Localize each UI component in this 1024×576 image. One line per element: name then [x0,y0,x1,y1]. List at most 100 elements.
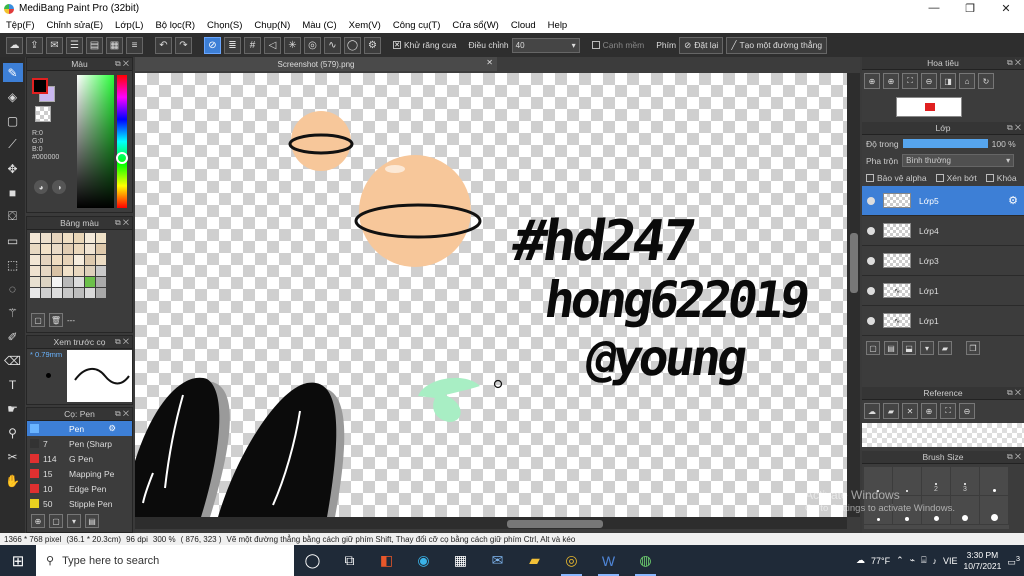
notification-icon[interactable]: ▭3 [1007,554,1020,568]
swatch-cell[interactable] [85,266,95,276]
brush-item-edge-pen[interactable]: 10 Edge Pen [27,481,132,496]
grid-icon[interactable]: ▦ [106,36,123,54]
palette-icon[interactable]: ◕ [34,180,48,194]
line-tool-icon[interactable]: ⟋ [3,135,23,154]
store-icon[interactable]: ▦ [442,545,479,576]
circle-snap-icon[interactable]: ◎ [304,36,321,54]
swatch-cell[interactable] [52,277,62,287]
drawing-canvas[interactable]: #hd247 hong622019 @young [135,73,847,517]
cross-snap-icon[interactable]: # [244,36,261,54]
vertical-scroll-thumb[interactable] [850,233,858,293]
minimize-button[interactable]: — [916,2,952,15]
select-pen-tool-icon[interactable]: ✐ [3,327,23,346]
task-view-icon[interactable]: ⧉ [331,545,368,576]
cortana-icon[interactable]: ◯ [294,545,331,576]
clipping-checkbox[interactable] [935,173,944,182]
brush-item-mapping-pen[interactable]: 15 Mapping Pe [27,466,132,481]
swatch-cell[interactable] [63,233,73,243]
swatch-cell[interactable] [52,244,62,254]
cloud-download-icon[interactable]: ☁ [864,403,880,419]
menu-layer[interactable]: Lớp(L) [109,20,149,31]
office-icon[interactable]: ◧ [368,545,405,576]
divide-tool-icon[interactable]: ✂ [3,447,23,466]
brush-item-pen-sharp[interactable]: 7 Pen (Sharp [27,436,132,451]
rectangle-tool-icon[interactable]: ▢ [3,111,23,130]
horizontal-scroll-thumb[interactable] [507,520,603,528]
radial-snap-icon[interactable]: ✳ [284,36,301,54]
document-icon[interactable]: ▤ [86,36,103,54]
fill-rect-tool-icon[interactable]: ■ [3,183,23,202]
add-brush-icon[interactable]: ⊕ [31,514,45,528]
swatch-cell[interactable] [41,266,51,276]
windows-start-icon[interactable]: ⊞ [0,545,36,576]
ellipse-snap-icon[interactable]: ◯ [344,36,361,54]
zoom-in-icon[interactable]: ⊕ [864,73,880,89]
soft-edge-option[interactable]: Cạnh mềm [591,40,644,50]
transparent-color-swatch[interactable] [35,106,51,122]
swatch-cell[interactable] [74,277,84,287]
swatch-cell[interactable] [63,266,73,276]
language-indicator[interactable]: VIE [943,556,958,566]
layer-menu-icon[interactable]: ▾ [920,341,934,355]
brush-size-option[interactable] [980,496,1009,525]
vertical-scrollbar[interactable] [847,73,860,517]
upload-icon[interactable]: ⇪ [26,36,43,54]
lasso-tool-icon[interactable]: ◌ [3,279,23,298]
menu-tools[interactable]: Công cụ(T) [387,20,447,31]
swatch-cell[interactable] [85,288,95,298]
close-tab-icon[interactable]: ✕ [486,58,493,67]
brush-item-pen[interactable]: Pen ⚙ [27,421,132,436]
new-layer-icon[interactable]: ▢ [866,341,880,355]
swatch-cell[interactable] [96,244,106,254]
eye-icon[interactable] [867,316,875,325]
panel-close-icon[interactable]: ⧉ ✕ [1007,452,1021,462]
antialias-checkbox[interactable]: ✕ [393,41,401,49]
merge-layer-icon[interactable]: ⬓ [902,341,916,355]
brush-size-option[interactable] [951,496,980,525]
move-tool-icon[interactable]: ✥ [3,159,23,178]
swatch-cell[interactable] [74,266,84,276]
soft-edge-checkbox[interactable] [591,41,600,49]
menu-select[interactable]: Chọn(S) [201,20,248,31]
panel-close-icon[interactable]: ⧉ ✕ [115,218,129,228]
swatch-cell[interactable] [85,244,95,254]
swatch-cell[interactable] [41,244,51,254]
panel-close-icon[interactable]: ⧉ ✕ [1007,123,1021,133]
menu-filter[interactable]: Bộ lọc(R) [149,20,201,31]
eraser-tool-icon[interactable]: ◈ [3,87,23,106]
gear-icon[interactable]: ⚙ [108,423,116,434]
redo-icon[interactable]: ↷ [175,36,192,54]
eye-icon[interactable] [867,226,875,235]
folder-icon[interactable]: ▰ [938,341,952,355]
clock[interactable]: 3:30 PM 10/7/2021 [963,550,1001,572]
gear-icon[interactable]: ⚙ [1008,194,1018,207]
panel-close-icon[interactable]: ⧉ ✕ [115,409,129,419]
list-icon[interactable]: ≡ [126,36,143,54]
brush-settings-icon[interactable]: ▤ [85,514,99,528]
undo-icon[interactable]: ↶ [155,36,172,54]
swatch-cell[interactable] [74,244,84,254]
menu-color[interactable]: Màu (C) [296,20,342,31]
hue-slider[interactable] [117,75,127,208]
swatch-cell[interactable] [74,233,84,243]
brush-item-stipple-pen[interactable]: 50 Stipple Pen [27,496,132,511]
file-explorer-icon[interactable]: ▰ [516,545,553,576]
swatch-cell[interactable] [30,255,40,265]
horizontal-scrollbar[interactable] [135,517,847,529]
eyedropper-tool-icon[interactable]: ⚲ [3,423,23,442]
brush-item-g-pen[interactable]: 114 G Pen [27,451,132,466]
swatch-cell[interactable] [30,266,40,276]
swatch-cell[interactable] [30,233,40,243]
swatch-cell[interactable] [41,255,51,265]
foreground-color-swatch[interactable] [32,78,48,94]
brush-menu-icon[interactable]: ▾ [67,514,81,528]
swatch-cell[interactable] [85,277,95,287]
chrome-icon[interactable]: ◎ [553,545,590,576]
layer-item[interactable]: Lớp3 [862,246,1024,276]
open-folder-icon[interactable]: ▰ [883,403,899,419]
swatch-cell[interactable] [96,255,106,265]
menu-file[interactable]: Tệp(F) [0,20,41,31]
swatch-cell[interactable] [41,288,51,298]
protect-alpha-checkbox[interactable] [866,173,874,182]
network-icon[interactable]: ⌸ [921,555,926,566]
